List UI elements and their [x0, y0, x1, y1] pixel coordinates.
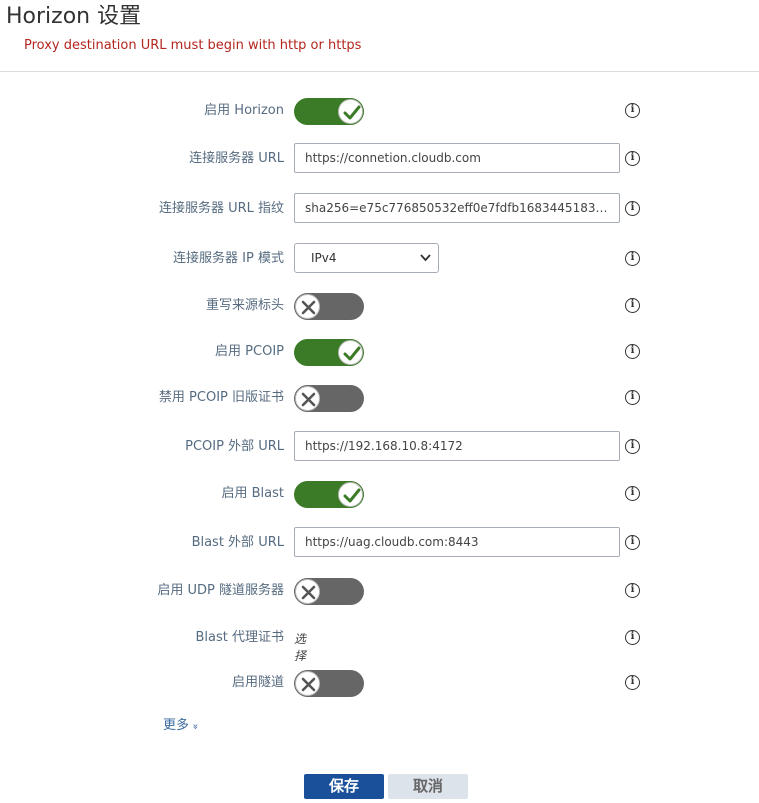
conn-server-ip-mode-label: 连接服务器 IP 模式 — [173, 251, 284, 266]
close-icon — [295, 386, 320, 411]
info-icon[interactable]: i — [625, 583, 640, 598]
enable-udp-tunnel-toggle[interactable] — [294, 578, 364, 605]
info-icon[interactable]: i — [625, 151, 640, 166]
row-enable-udp-tunnel: 启用 UDP 隧道服务器 i — [0, 575, 759, 607]
conn-server-thumbprint-label: 连接服务器 URL 指纹 — [158, 201, 284, 216]
enable-horizon-toggle[interactable] — [294, 98, 364, 125]
close-icon — [295, 294, 320, 319]
more-link[interactable]: 更多» — [163, 714, 201, 733]
row-blast-external-url: Blast 外部 URL https://uag.cloudb.com:8443… — [0, 527, 759, 559]
disable-pcoip-legacy-cert-label: 禁用 PCOIP 旧版证书 — [158, 390, 284, 405]
enable-tunnel-toggle[interactable] — [294, 670, 364, 697]
row-conn-server-url: 连接服务器 URL https://connetion.cloudb.com i — [0, 143, 759, 175]
chevron-down-icon — [420, 254, 431, 262]
info-icon[interactable]: i — [625, 535, 640, 550]
row-pcoip-external-url: PCOIP 外部 URL https://192.168.10.8:4172 i — [0, 431, 759, 463]
conn-server-url-input[interactable]: https://connetion.cloudb.com — [294, 143, 620, 173]
enable-horizon-label: 启用 Horizon — [204, 103, 284, 118]
conn-server-thumbprint-input[interactable]: sha256=e75c776850532eff0e7fdfb1683445183… — [294, 193, 620, 223]
row-blast-proxy-cert: Blast 代理证书 选择 i — [0, 622, 759, 663]
check-icon — [338, 340, 363, 365]
row-enable-pcoip: 启用 PCOIP i — [0, 336, 759, 368]
row-conn-server-thumbprint: 连接服务器 URL 指纹 sha256=e75c776850532eff0e7f… — [0, 193, 759, 225]
pcoip-external-url-input[interactable]: https://192.168.10.8:4172 — [294, 431, 620, 461]
row-enable-horizon: 启用 Horizon i — [0, 95, 759, 127]
ip-mode-selected-value: IPv4 — [311, 251, 337, 265]
info-icon[interactable]: i — [625, 201, 640, 216]
enable-pcoip-label: 启用 PCOIP — [215, 344, 284, 359]
blast-external-url-input[interactable]: https://uag.cloudb.com:8443 — [294, 527, 620, 557]
enable-blast-toggle[interactable] — [294, 481, 364, 508]
info-icon[interactable]: i — [625, 675, 640, 690]
check-icon — [338, 482, 363, 507]
row-enable-tunnel: 启用隧道 i — [0, 667, 759, 699]
save-button[interactable]: 保存 — [304, 774, 384, 799]
info-icon[interactable]: i — [625, 103, 640, 118]
enable-pcoip-toggle[interactable] — [294, 339, 364, 366]
select-cert-link[interactable]: 选择 — [294, 630, 306, 664]
pcoip-external-url-label: PCOIP 外部 URL — [185, 439, 284, 454]
disable-pcoip-legacy-cert-toggle[interactable] — [294, 385, 364, 412]
more-label: 更多 — [163, 718, 190, 733]
page-title: Horizon 设置 — [6, 4, 142, 29]
info-icon[interactable]: i — [625, 439, 640, 454]
check-icon — [338, 99, 363, 124]
row-rewrite-origin-header: 重写来源标头 i — [0, 290, 759, 322]
cancel-button[interactable]: 取消 — [388, 774, 468, 799]
conn-server-url-label: 连接服务器 URL — [189, 151, 284, 166]
info-icon[interactable]: i — [625, 298, 640, 313]
rewrite-origin-header-label: 重写来源标头 — [205, 298, 284, 313]
info-icon[interactable]: i — [625, 390, 640, 405]
blast-proxy-cert-label: Blast 代理证书 — [195, 630, 285, 645]
row-conn-server-ip-mode: 连接服务器 IP 模式 IPv4 i — [0, 243, 759, 275]
page-header: Horizon 设置 Proxy destination URL must be… — [0, 0, 759, 72]
enable-blast-label: 启用 Blast — [221, 486, 285, 501]
info-icon[interactable]: i — [625, 486, 640, 501]
info-icon[interactable]: i — [625, 344, 640, 359]
close-icon — [295, 671, 320, 696]
rewrite-origin-header-toggle[interactable] — [294, 293, 364, 320]
info-icon[interactable]: i — [625, 630, 640, 645]
enable-udp-tunnel-label: 启用 UDP 隧道服务器 — [157, 583, 284, 598]
close-icon — [295, 579, 320, 604]
enable-tunnel-label: 启用隧道 — [231, 675, 284, 690]
ip-mode-select[interactable]: IPv4 — [294, 243, 439, 273]
row-enable-blast: 启用 Blast i — [0, 478, 759, 510]
blast-external-url-label: Blast 外部 URL — [191, 535, 284, 550]
double-chevron-down-icon: » — [189, 723, 201, 730]
info-icon[interactable]: i — [625, 251, 640, 266]
error-message: Proxy destination URL must begin with ht… — [24, 38, 362, 53]
row-disable-pcoip-legacy-cert: 禁用 PCOIP 旧版证书 i — [0, 382, 759, 414]
